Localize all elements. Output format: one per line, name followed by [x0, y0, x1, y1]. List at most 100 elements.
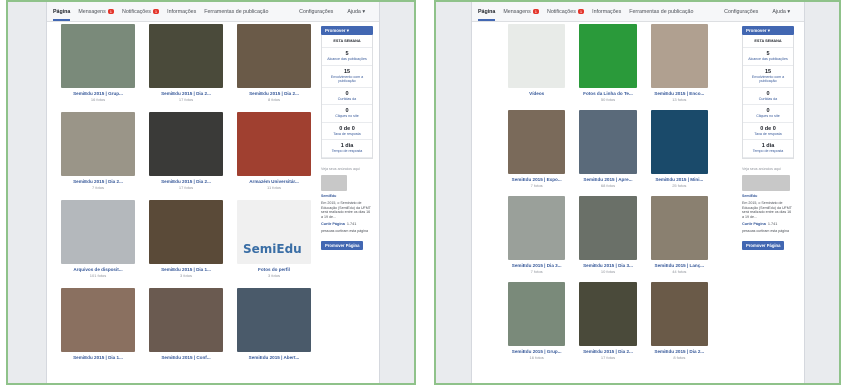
album-title[interactable]: SemiEdu 2015 | Dia 2...: [161, 179, 211, 184]
tab-3[interactable]: Informações: [592, 9, 621, 15]
album-thumbnail[interactable]: [579, 196, 637, 260]
promote-button[interactable]: Promover ▾: [321, 26, 373, 35]
stat-item[interactable]: 1 dia Tempo de resposta: [743, 140, 793, 158]
album-title[interactable]: SemiEdu 2015 | Enco...: [654, 91, 704, 96]
album-title[interactable]: SemiEdu 2015 | Dia 2...: [654, 349, 704, 354]
album-title[interactable]: SemiEdu 2015 | Expo...: [512, 177, 562, 182]
album-thumbnail[interactable]: [650, 110, 708, 174]
album-title[interactable]: Fotos da Linha do Te...: [583, 91, 633, 96]
tab-2[interactable]: Notificações 1: [547, 9, 585, 15]
album-title[interactable]: SemiEdu 2015 | Dia 1...: [161, 267, 211, 272]
album-thumbnail[interactable]: [579, 110, 637, 174]
settings-link[interactable]: Configurações: [724, 9, 758, 15]
album-title[interactable]: Armazém Universitár...: [249, 179, 299, 184]
album-thumbnail[interactable]: [579, 282, 637, 346]
album-title[interactable]: SemiEdu 2015 | Dia 3...: [512, 263, 562, 268]
album-card[interactable]: Armazém Universitár... 11 fotos: [237, 112, 311, 190]
stat-item[interactable]: 0 Curtidas da: [322, 88, 372, 105]
album-title[interactable]: SemiEdu 2015 | Conf...: [161, 355, 210, 360]
album-card[interactable]: SemiEdu 2015 | Dia 2... 17 fotos: [149, 112, 223, 190]
album-card[interactable]: SemiEdu 2015 | Apre... 68 fotos: [579, 110, 637, 188]
album-title[interactable]: SemiEdu 2015 | Dia 2...: [73, 179, 123, 184]
album-title[interactable]: SemiEdu 2015 | Grup...: [512, 349, 562, 354]
tab-1[interactable]: Mensagens 1: [78, 9, 114, 15]
tab-4[interactable]: Ferramentas de publicação: [204, 9, 268, 15]
help-menu[interactable]: Ajuda ▾: [347, 9, 365, 15]
album-thumbnail[interactable]: SemiEdu: [237, 200, 311, 264]
album-card[interactable]: SemiEdu 2015 | Dia 3... 7 fotos: [508, 196, 566, 274]
album-thumbnail[interactable]: [508, 282, 566, 346]
album-title[interactable]: SemiEdu 2015 | Apre...: [583, 177, 632, 182]
album-title[interactable]: SemiEdu 2015 | Lanç...: [655, 263, 705, 268]
stat-item[interactable]: 0 Cliques no site: [743, 105, 793, 123]
album-card[interactable]: Fotos da Linha do Te... 50 fotos: [579, 24, 637, 102]
stat-item[interactable]: 15 Envolvimento com a publicação: [743, 66, 793, 88]
ads-note[interactable]: Veja seus anúncios aqui: [742, 167, 794, 171]
stat-item[interactable]: 0 de 0 Taxa de resposta: [743, 123, 793, 140]
album-thumbnail[interactable]: [579, 24, 637, 88]
help-menu[interactable]: Ajuda ▾: [772, 9, 790, 15]
page-cover-thumbnail[interactable]: [321, 174, 347, 191]
tab-0[interactable]: Página: [478, 9, 496, 21]
album-card[interactable]: SemiEdu 2015 | Dia 1... 3 fotos: [149, 200, 223, 278]
album-card[interactable]: SemiEdu 2015 | Dia 2... 17 fotos: [579, 282, 637, 360]
album-thumbnail[interactable]: [650, 282, 708, 346]
album-card[interactable]: SemiEdu 2015 | Expo... 7 fotos: [508, 110, 566, 188]
album-title[interactable]: Arquivos de disposit...: [73, 267, 122, 272]
album-thumbnail[interactable]: [149, 24, 223, 88]
tab-1[interactable]: Mensagens 1: [503, 9, 539, 15]
album-card[interactable]: SemiEdu 2015 | Dia 3... 10 fotos: [579, 196, 637, 274]
album-card[interactable]: SemiEdu 2015 | Abert...: [237, 288, 311, 360]
album-title[interactable]: SemiEdu 2015 | Dia 2...: [583, 349, 633, 354]
tab-3[interactable]: Informações: [167, 9, 196, 15]
album-thumbnail[interactable]: [650, 196, 708, 260]
settings-link[interactable]: Configurações: [299, 9, 333, 15]
album-title[interactable]: SemiEdu 2015 | Dia 2...: [249, 91, 299, 96]
page-name[interactable]: SemiEdu: [321, 194, 373, 199]
album-card[interactable]: SemiEdu 2015 | Conf...: [149, 288, 223, 360]
album-title[interactable]: SemiEdu 2015 | Abert...: [249, 355, 300, 360]
album-thumbnail[interactable]: [650, 24, 708, 88]
album-thumbnail[interactable]: [149, 200, 223, 264]
stat-item[interactable]: 0 de 0 Taxa de resposta: [322, 123, 372, 140]
album-title[interactable]: SemiEdu 2015 | Mini...: [655, 177, 703, 182]
album-card[interactable]: SemiEdu 2015 | Dia 1...: [61, 288, 135, 360]
album-thumbnail[interactable]: [149, 288, 223, 352]
album-thumbnail[interactable]: [61, 200, 135, 264]
stat-item[interactable]: 1 dia Tempo de resposta: [322, 140, 372, 158]
album-card[interactable]: SemiEdu 2015 | Lanç... 44 fotos: [650, 196, 708, 274]
album-title[interactable]: Vídeos: [529, 91, 544, 96]
promote-page-button[interactable]: Promover Página: [321, 241, 364, 251]
album-card[interactable]: SemiEdu 2015 | Enco... 13 fotos: [650, 24, 708, 102]
album-title[interactable]: SemiEdu 2015 | Dia 3...: [583, 263, 633, 268]
album-thumbnail[interactable]: [61, 112, 135, 176]
album-card[interactable]: SemiEdu 2015 | Mini... 25 fotos: [650, 110, 708, 188]
album-title[interactable]: Fotos do perfil: [258, 267, 290, 272]
album-card[interactable]: SemiEdu 2015 | Dia 2... 17 fotos: [149, 24, 223, 102]
page-name[interactable]: SemiEdu: [742, 194, 794, 199]
album-thumbnail[interactable]: [237, 288, 311, 352]
album-card[interactable]: Arquivos de disposit... 101 fotos: [61, 200, 135, 278]
ads-note[interactable]: Veja seus anúncios aqui: [321, 167, 373, 171]
album-thumbnail[interactable]: [61, 24, 135, 88]
album-card[interactable]: SemiEdu 2015 | Dia 2... 8 fotos: [237, 24, 311, 102]
page-cover-thumbnail[interactable]: [742, 174, 790, 191]
album-thumbnail[interactable]: [508, 110, 566, 174]
album-title[interactable]: SemiEdu 2015 | Dia 2...: [161, 91, 211, 96]
album-card[interactable]: SemiEdu 2015 | Dia 2... 7 fotos: [61, 112, 135, 190]
album-thumbnail[interactable]: [237, 24, 311, 88]
album-title[interactable]: SemiEdu 2015 | Dia 1...: [73, 355, 123, 360]
album-card[interactable]: SemiEdu 2015 | Grup... 16 fotos: [61, 24, 135, 102]
album-thumbnail[interactable]: [61, 288, 135, 352]
album-card[interactable]: Vídeos: [508, 24, 566, 102]
like-page-link[interactable]: Curtir Página: [321, 222, 345, 226]
album-thumbnail[interactable]: [508, 196, 566, 260]
album-thumbnail[interactable]: [237, 112, 311, 176]
album-card[interactable]: SemiEdu 2015 | Dia 2... 8 fotos: [650, 282, 708, 360]
stat-item[interactable]: 0 Cliques no site: [322, 105, 372, 123]
tab-2[interactable]: Notificações 1: [122, 9, 160, 15]
like-page-link[interactable]: Curtir Página: [742, 222, 766, 226]
album-title[interactable]: SemiEdu 2015 | Grup...: [73, 91, 123, 96]
stat-item[interactable]: 15 Envolvimento com a publicação: [322, 66, 372, 88]
album-thumbnail[interactable]: [149, 112, 223, 176]
